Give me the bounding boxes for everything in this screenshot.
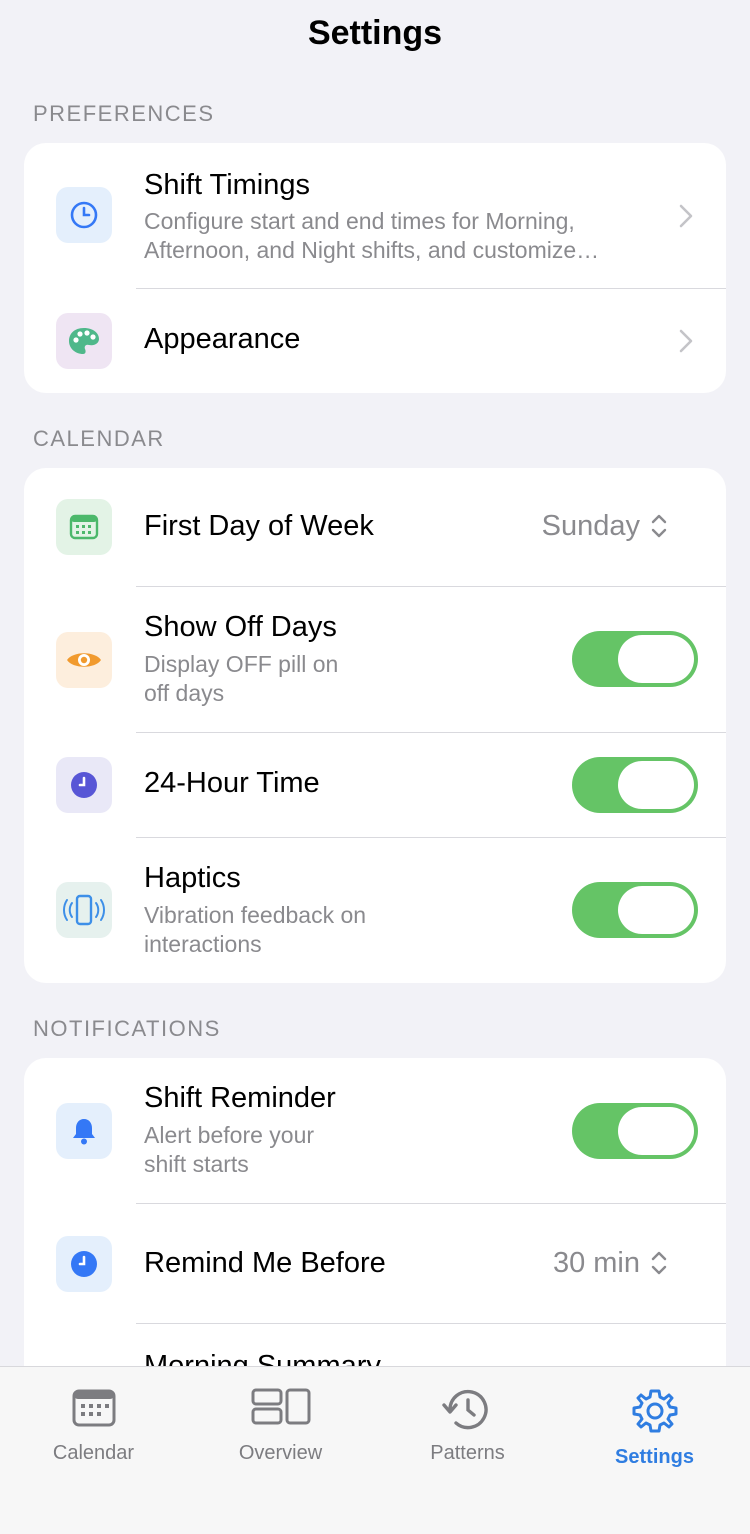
remind-me-before-row[interactable]: Remind Me Before 30 min (24, 1204, 726, 1323)
tab-patterns[interactable]: Patterns (374, 1367, 561, 1487)
history-icon (441, 1389, 488, 1430)
show-off-days-subtitle-1: Display OFF pill on (144, 651, 339, 677)
notifications-card: Shift Reminder Alert before your shift s… (24, 1058, 726, 1398)
clock-icon (56, 757, 112, 813)
24-hour-time-toggle[interactable] (572, 757, 698, 813)
shift-timings-title: Shift Timings (144, 169, 310, 201)
toggle-knob (618, 1107, 694, 1155)
calendar-icon (72, 1389, 115, 1427)
remind-me-before-value: 30 min (552, 1247, 640, 1279)
shift-reminder-subtitle-2: shift starts (144, 1151, 249, 1177)
tab-label: Overview (238, 1442, 323, 1464)
show-off-days-toggle[interactable] (572, 631, 698, 687)
shift-timings-subtitle-2: Afternoon, and Night shifts, and customi… (144, 237, 600, 263)
gear-icon (632, 1389, 677, 1433)
chevron-updown-icon (651, 1251, 667, 1275)
phone-vibrate-icon (56, 882, 112, 938)
shift-reminder-subtitle-1: Alert before your (144, 1122, 315, 1148)
haptics-row: Haptics Vibration feedback on interactio… (24, 838, 726, 983)
toggle-knob (618, 761, 694, 809)
haptics-subtitle-2: interactions (144, 931, 262, 957)
haptics-subtitle-1: Vibration feedback on (144, 902, 367, 928)
chevron-right-icon (679, 329, 693, 353)
eye-icon (56, 632, 112, 688)
first-day-value: Sunday (541, 510, 640, 542)
first-day-of-week-row[interactable]: First Day of Week Sunday (24, 468, 726, 586)
chevron-right-icon (679, 204, 693, 228)
section-header-notifications: NOTIFICATIONS (33, 1016, 221, 1041)
section-header-calendar: CALENDAR (33, 426, 165, 451)
24-hour-time-row: 24-Hour Time (24, 733, 726, 837)
haptics-toggle[interactable] (572, 882, 698, 938)
appearance-title: Appearance (144, 323, 301, 355)
section-header-preferences: PREFERENCES (33, 101, 215, 126)
clock-icon (56, 1236, 112, 1292)
toggle-knob (618, 635, 694, 683)
preferences-card: Shift Timings Configure start and end ti… (24, 143, 726, 393)
page-title: Settings (307, 14, 443, 52)
haptics-title: Haptics (144, 862, 241, 894)
chevron-updown-icon (651, 514, 667, 538)
tab-calendar[interactable]: Calendar (0, 1367, 187, 1487)
first-day-title: First Day of Week (144, 510, 374, 542)
tab-label: Patterns (430, 1442, 505, 1464)
bell-icon (56, 1103, 112, 1159)
appearance-row[interactable]: Appearance (24, 289, 726, 393)
tab-bar: Calendar Overview Patterns Settings (0, 1366, 750, 1534)
tab-settings[interactable]: Settings (561, 1367, 748, 1487)
show-off-days-row: Show Off Days Display OFF pill on off da… (24, 587, 726, 732)
shift-reminder-toggle[interactable] (572, 1103, 698, 1159)
palette-icon (56, 313, 112, 369)
calendar-card: First Day of Week Sunday Show Off Days D… (24, 468, 726, 983)
24-hour-time-title: 24-Hour Time (144, 767, 320, 799)
tab-label: Calendar (52, 1442, 135, 1464)
shift-timings-row[interactable]: Shift Timings Configure start and end ti… (24, 143, 726, 288)
tab-label: Settings (615, 1446, 694, 1468)
calendar-icon (56, 499, 112, 555)
shift-reminder-title: Shift Reminder (144, 1082, 336, 1114)
clock-icon (56, 187, 112, 243)
shift-reminder-row: Shift Reminder Alert before your shift s… (24, 1058, 726, 1203)
overview-icon (251, 1388, 310, 1425)
shift-timings-subtitle-1: Configure start and end times for Mornin… (144, 208, 575, 234)
tab-overview[interactable]: Overview (187, 1367, 374, 1487)
show-off-days-subtitle-2: off days (144, 680, 225, 706)
toggle-knob (618, 886, 694, 934)
remind-me-before-title: Remind Me Before (144, 1247, 386, 1279)
show-off-days-title: Show Off Days (144, 611, 337, 643)
